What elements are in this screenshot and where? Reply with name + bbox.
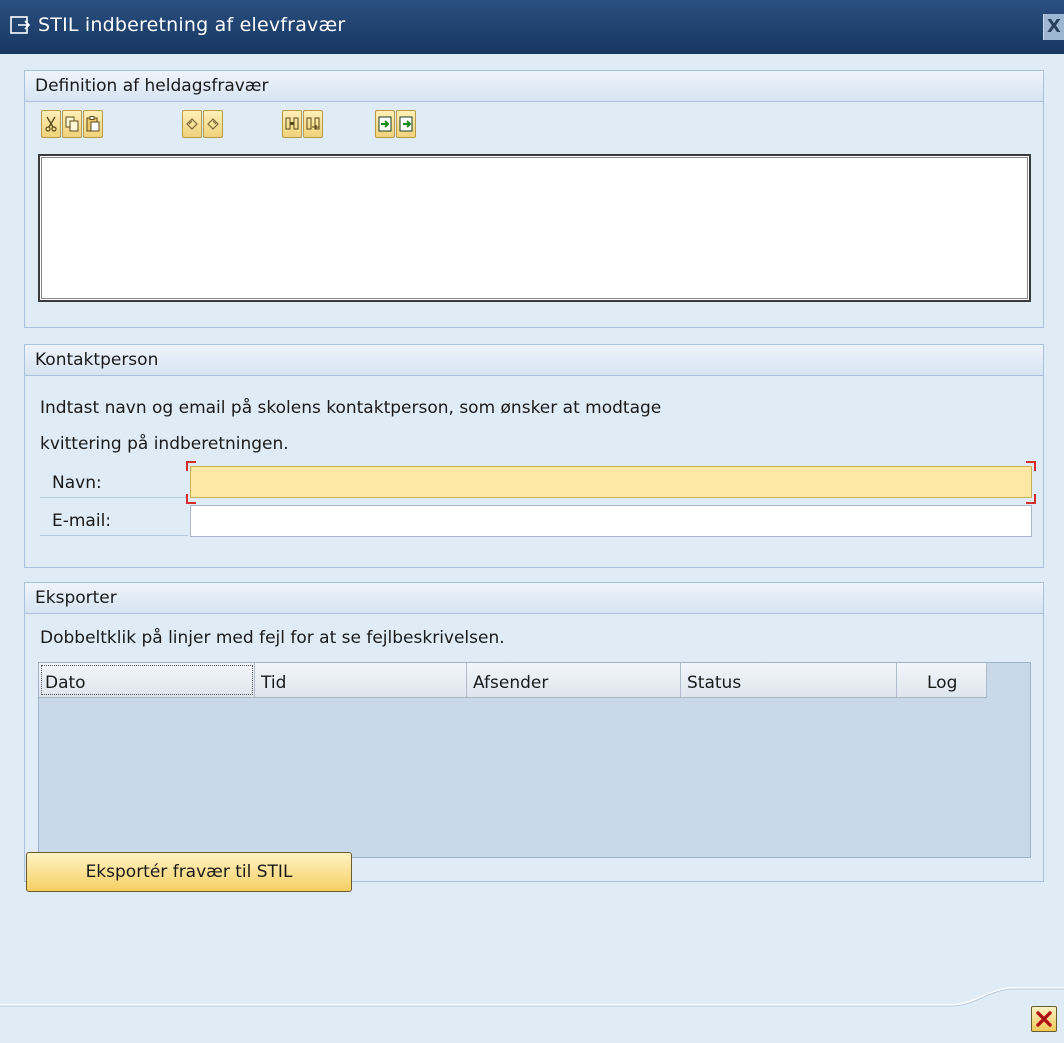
- find-next-button[interactable]: [303, 110, 323, 138]
- copy-button[interactable]: [62, 110, 82, 138]
- definition-group-title: Definition af heldagsfravær: [25, 71, 1043, 102]
- required-marker-top-left: [186, 461, 196, 471]
- copy-icon: [65, 116, 79, 132]
- required-marker-bottom-left: [186, 494, 196, 504]
- table-header: Dato Tid Afsender Status Log: [39, 663, 987, 698]
- find-icon: [285, 117, 299, 130]
- redo-button[interactable]: [203, 110, 223, 138]
- column-header-status[interactable]: Status: [681, 663, 897, 697]
- email-input[interactable]: [190, 505, 1032, 537]
- title-bar: STIL indberetning af elevfravær X: [0, 0, 1064, 54]
- table-body[interactable]: [39, 698, 1030, 857]
- export-group-title: Eksporter: [25, 583, 1043, 614]
- window-menu-icon[interactable]: [10, 15, 32, 37]
- name-label: Navn:: [40, 468, 188, 498]
- cut-button[interactable]: [41, 110, 61, 138]
- cancel-button[interactable]: [1031, 1006, 1057, 1032]
- export-instruction: Dobbeltklik på linjer med fejl for at se…: [40, 628, 505, 648]
- required-marker-top-right: [1026, 461, 1036, 471]
- redo-icon: [207, 118, 219, 130]
- save-local-file-button[interactable]: [396, 110, 416, 138]
- column-header-tid[interactable]: Tid: [255, 663, 467, 697]
- window-close-button[interactable]: X: [1043, 14, 1064, 40]
- required-marker-bottom-right: [1026, 494, 1036, 504]
- column-header-dato[interactable]: Dato: [39, 663, 255, 697]
- find-next-icon: [306, 117, 320, 130]
- undo-icon: [186, 118, 198, 130]
- footer-separator: [0, 987, 1064, 1007]
- paste-button[interactable]: [83, 110, 103, 138]
- email-label: E-mail:: [40, 506, 188, 536]
- undo-button[interactable]: [182, 110, 202, 138]
- cancel-icon: [1036, 1011, 1052, 1027]
- export-absence-button[interactable]: Eksportér fravær til STIL: [26, 852, 352, 892]
- name-input[interactable]: [190, 466, 1032, 498]
- contact-group-title: Kontaktperson: [25, 345, 1043, 376]
- absence-definition-editor[interactable]: [38, 154, 1031, 302]
- column-header-afsender[interactable]: Afsender: [467, 663, 681, 697]
- contact-instruction-line1: Indtast navn og email på skolens kontakt…: [40, 398, 662, 418]
- load-local-file-button[interactable]: [375, 110, 395, 138]
- window-title: STIL indberetning af elevfravær: [38, 14, 346, 36]
- column-header-log[interactable]: Log: [897, 663, 987, 697]
- load-local-file-icon: [378, 116, 392, 132]
- close-icon: X: [1047, 16, 1061, 37]
- paste-icon: [86, 116, 100, 132]
- find-button[interactable]: [282, 110, 302, 138]
- contact-instruction-line2: kvittering på indberetningen.: [40, 434, 289, 454]
- save-local-file-icon: [399, 116, 413, 132]
- export-log-table[interactable]: Dato Tid Afsender Status Log: [38, 662, 1031, 858]
- cut-icon: [45, 116, 57, 132]
